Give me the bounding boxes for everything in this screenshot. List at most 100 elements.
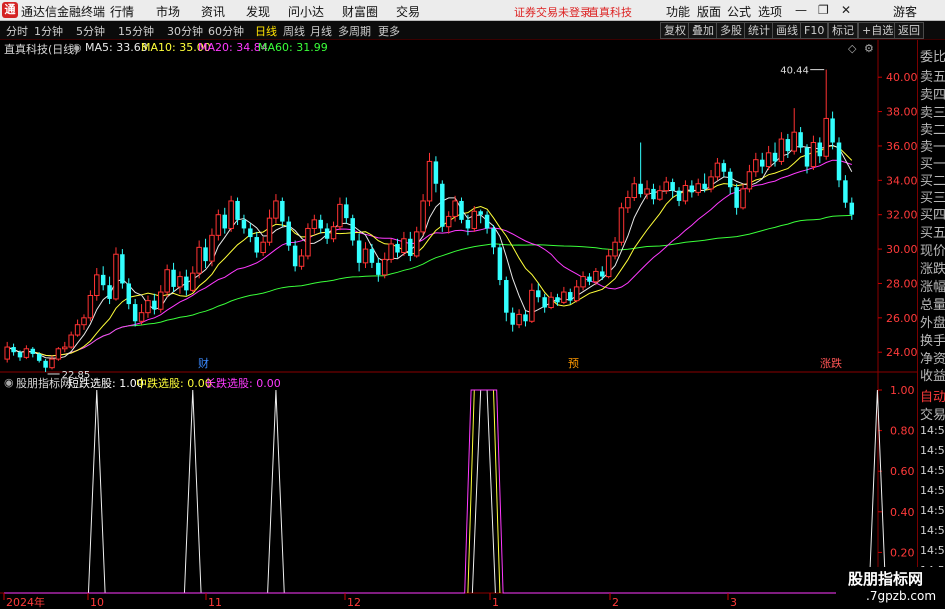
candle-body-down [734, 187, 739, 208]
candle-body-up [580, 276, 586, 288]
stock-name-title: 直真科技 [588, 6, 632, 19]
candle-body-down [17, 352, 23, 358]
duogu-button[interactable]: 多股 [716, 22, 746, 39]
price-tick-label: 36.00 [886, 140, 917, 153]
time-6: 14:56 [920, 524, 945, 537]
tf-60min[interactable]: 60分钟 [208, 23, 244, 39]
menu-gongneng[interactable]: 功能 [666, 3, 690, 20]
close-icon[interactable]: ✕ [841, 3, 851, 17]
biaoji-button[interactable]: 标记 [828, 22, 858, 39]
candle-body-up [260, 241, 266, 254]
short-signal-spike [267, 389, 285, 594]
date-tick-label: 11 [208, 596, 222, 609]
kline-chart-svg[interactable]: 24.00 26.00 28.00 30.00 32.00 34.00 36.00 38.00… [0, 40, 917, 609]
candle-body-up [158, 291, 164, 310]
tf-30min[interactable]: 30分钟 [167, 23, 203, 39]
menu-xuanxiang[interactable]: 选项 [758, 3, 782, 20]
diejia-button[interactable]: 叠加 [688, 22, 718, 39]
menu-banmian[interactable]: 版面 [697, 3, 721, 20]
tf-monthly[interactable]: 月线 [310, 23, 332, 39]
candle-body-down [772, 152, 778, 162]
candle-body-up [714, 162, 721, 178]
restore-icon[interactable]: ❐ [818, 3, 829, 17]
time-2: 14:56 [920, 444, 945, 457]
candle-body-down [651, 188, 656, 200]
menu-zixun[interactable]: 资讯 [201, 3, 225, 20]
candle-body-up [708, 176, 714, 190]
candle-body-up [330, 226, 337, 240]
f10-button[interactable]: F10 [800, 22, 829, 39]
candle-body-up [401, 238, 407, 254]
candle-body-down [689, 185, 695, 193]
huaxian-button[interactable]: 画线 [772, 22, 802, 39]
menu-gongshi[interactable]: 公式 [727, 3, 751, 20]
candle-body-up [765, 152, 772, 168]
price-tick-label: 40.00 [886, 71, 917, 84]
menu-faxian[interactable]: 发现 [246, 3, 270, 20]
candle-body-up [644, 188, 650, 195]
tongji-button[interactable]: 统计 [744, 22, 774, 39]
candle-body-up [266, 217, 273, 243]
price-tick-label: 24.00 [886, 346, 917, 359]
candle-body-down [235, 200, 240, 220]
minimize-icon[interactable]: — [795, 3, 807, 17]
candle-body-down [542, 297, 547, 308]
candle-body-up [413, 231, 420, 257]
add-favorite-button[interactable]: +自选 [858, 22, 898, 39]
indicator-settings-icon[interactable]: ◉ [4, 376, 14, 389]
date-tick-label: 2024年 [6, 595, 45, 609]
candle-body-down [395, 243, 400, 253]
candle-body-up [445, 215, 452, 228]
login-warning[interactable]: 证券交易未登录 [514, 4, 591, 20]
price-tick-label: 32.00 [886, 209, 917, 222]
ma60-label: MA60: 31.99 [258, 41, 328, 54]
trade-label[interactable]: 交易 [920, 404, 945, 423]
candle-body-up [612, 241, 618, 257]
menu-bar: 通 通达信金融终端 行情 市场 资讯 发现 问小达 财富圈 交易 证券交易未登录… [0, 0, 945, 21]
candle-body-up [68, 334, 74, 348]
candle-body-up [305, 227, 311, 257]
menu-shichang[interactable]: 市场 [156, 3, 180, 20]
tf-15min[interactable]: 15分钟 [118, 23, 154, 39]
side-sell5: 卖五 [920, 70, 945, 85]
menu-jiaoyi[interactable]: 交易 [396, 3, 420, 20]
candle-body-up [452, 200, 458, 217]
menu-hangqing[interactable]: 行情 [110, 3, 134, 20]
candle-body-up [94, 274, 100, 296]
ma60-line-layer [7, 214, 852, 357]
chart-area[interactable]: 24.00 26.00 28.00 30.00 32.00 34.00 36.00 38.00… [0, 40, 917, 609]
menu-wenxiaoda[interactable]: 问小达 [288, 3, 324, 20]
candle-body-down [324, 228, 330, 239]
site-watermark: 股朋指标网 .7gpzb.com [836, 567, 945, 609]
candle-body-down [254, 237, 259, 253]
candle-body-down [804, 147, 810, 167]
tf-weekly[interactable]: 周线 [283, 23, 305, 39]
event-marker: 财 [198, 356, 209, 370]
candle-body-down [587, 276, 592, 282]
tf-more[interactable]: 更多 [378, 23, 400, 39]
tf-daily[interactable]: 日线 [255, 23, 277, 39]
settings-dot-icon[interactable]: ◉ [72, 41, 82, 54]
quote-side-panel: 委比 卖五 卖四 卖三 卖二 卖一 买一 买二 买三 买四 买五 现价 涨跌 涨… [917, 40, 945, 609]
grid-layer [0, 40, 917, 609]
fuquan-button[interactable]: 复权 [660, 22, 690, 39]
auto-trade-label[interactable]: 自动 [920, 386, 945, 405]
candle-body-down [638, 183, 643, 195]
candle-body-up [196, 246, 202, 274]
candle-body-down [280, 200, 285, 222]
tf-1min[interactable]: 1分钟 [34, 23, 63, 39]
tf-5min[interactable]: 5分钟 [76, 23, 105, 39]
candle-body-down [184, 276, 189, 291]
event-marker: 预 [568, 357, 579, 370]
menu-caifuquan[interactable]: 财富圈 [342, 3, 378, 20]
back-button[interactable]: 返回 [894, 22, 924, 39]
candle-body-down [318, 219, 323, 229]
candle-body-up [420, 200, 426, 233]
ma60-line [7, 214, 852, 357]
tf-multi[interactable]: 多周期 [338, 23, 371, 39]
user-guest[interactable]: 游客 [893, 3, 917, 20]
side-change-pct: 涨幅 [920, 280, 945, 295]
candle-body-down [292, 245, 298, 267]
tf-fenshi[interactable]: 分时 [6, 23, 28, 39]
app-logo-icon: 通 [2, 2, 18, 18]
